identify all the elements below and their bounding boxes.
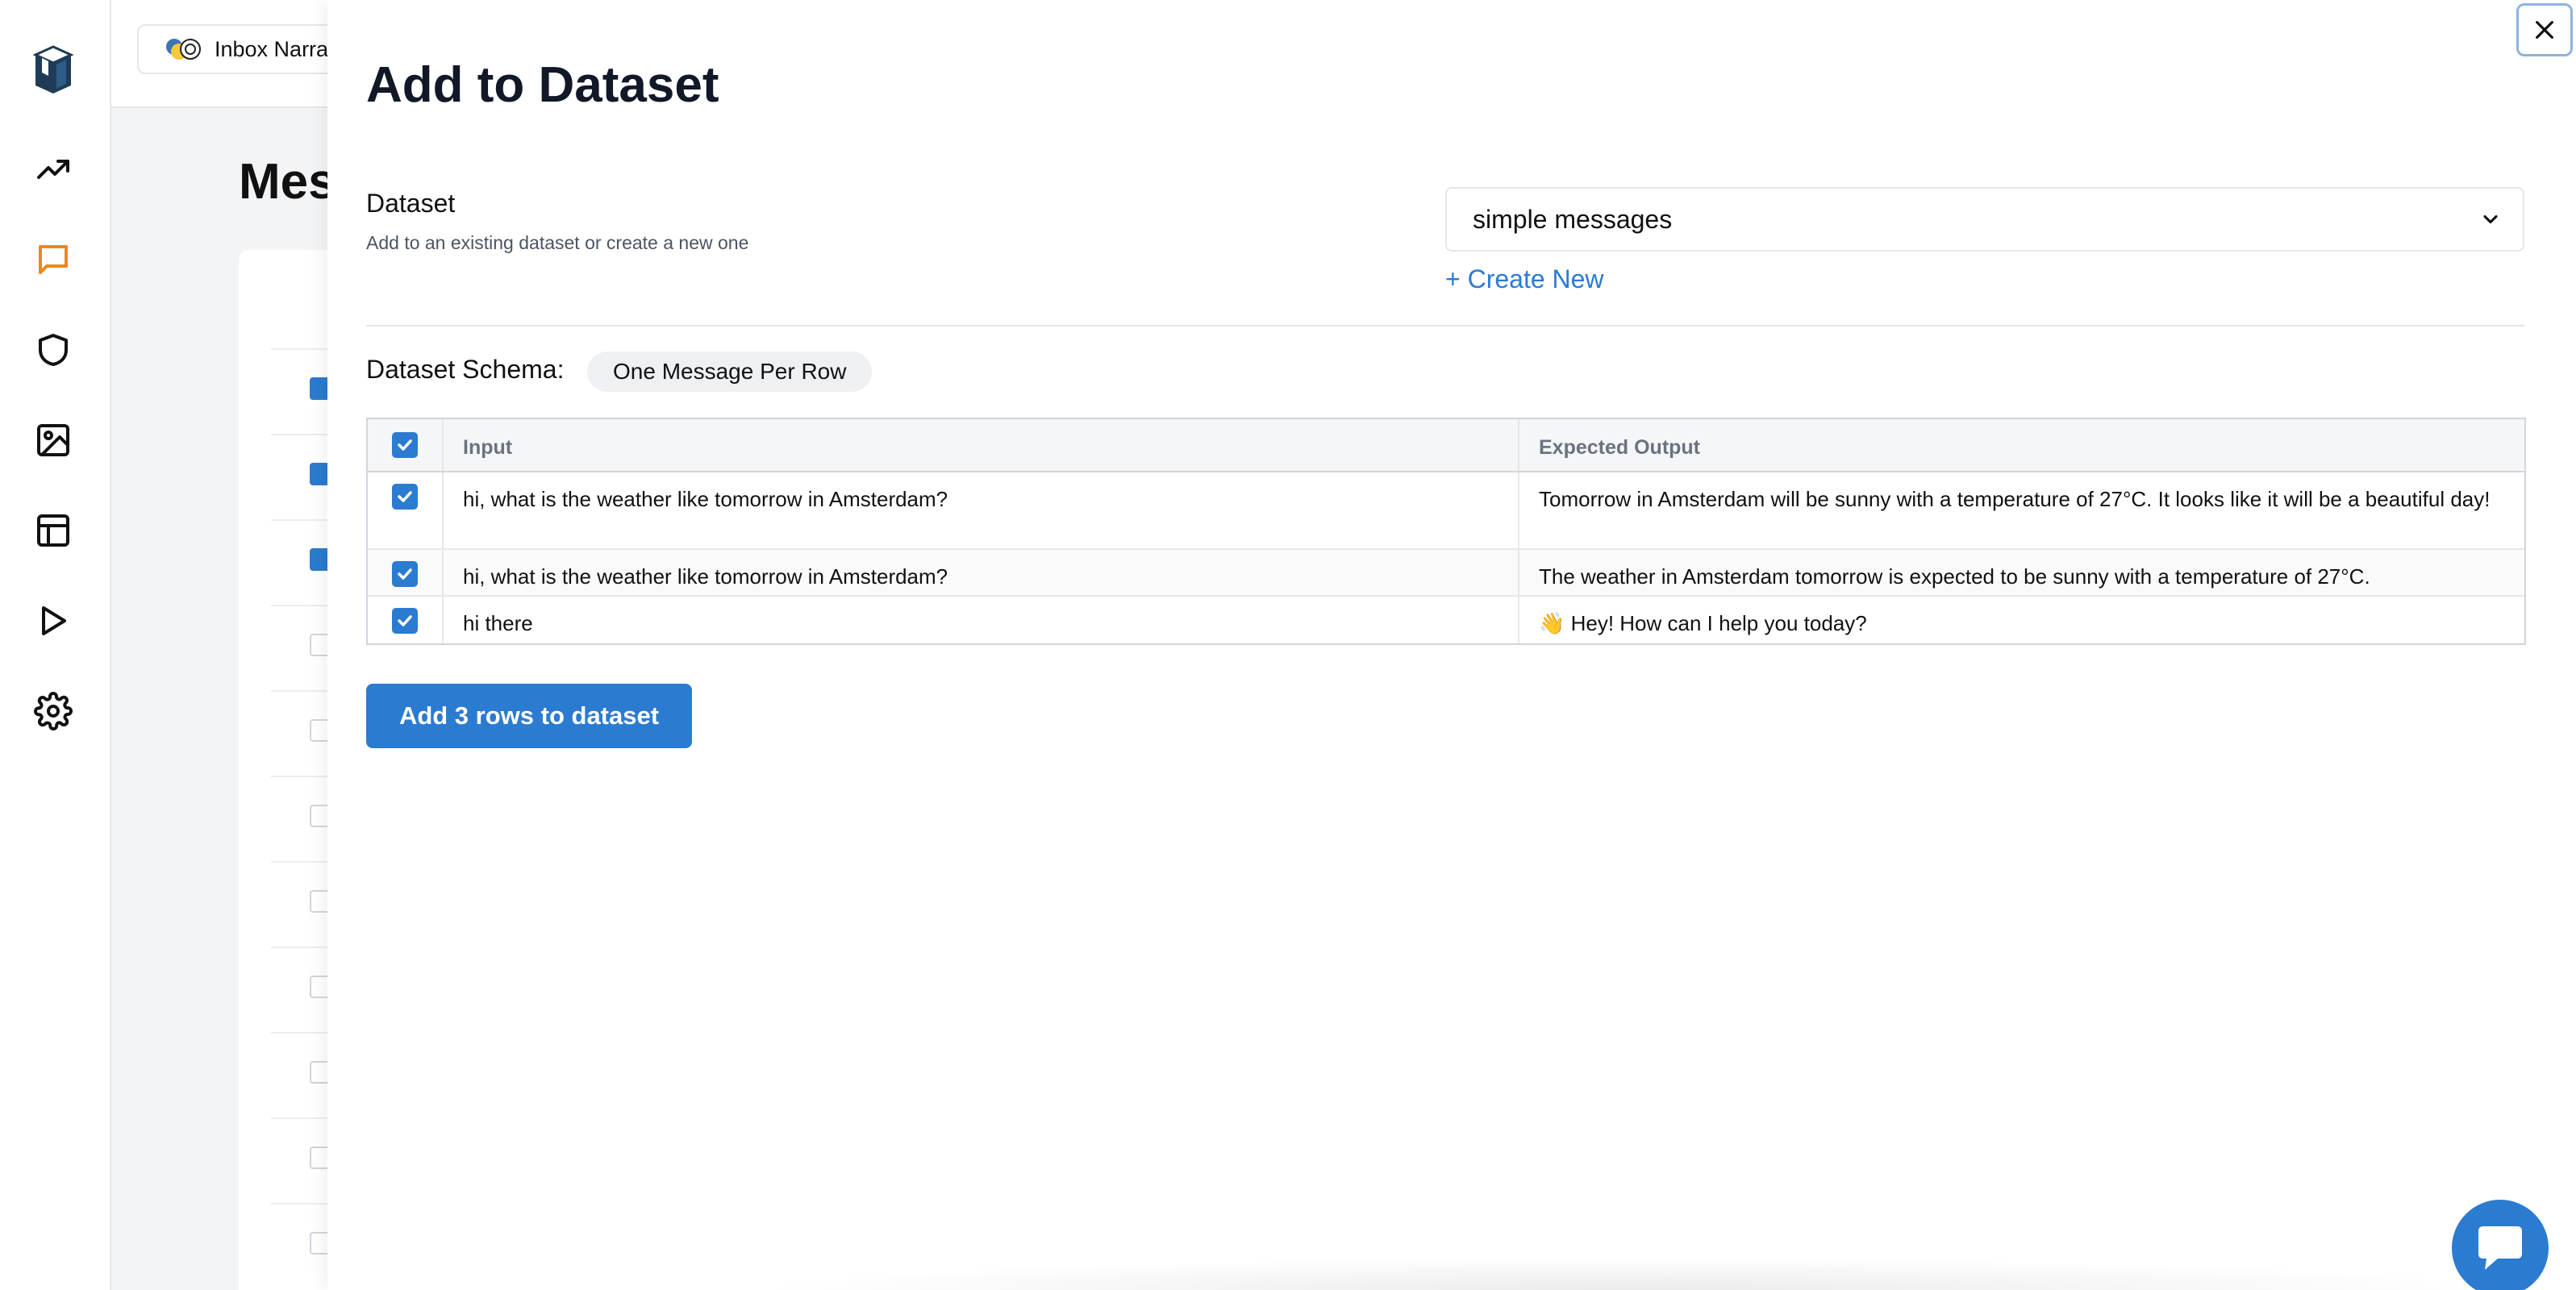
input-cell: hi, what is the weather like tomorrow in… (444, 550, 1519, 595)
check-icon (398, 491, 412, 502)
select-all-checkbox[interactable] (392, 432, 418, 458)
dataset-select-value: simple messages (1473, 204, 1673, 234)
row-checkbox[interactable] (392, 561, 418, 587)
schema-badge: One Message Per Row (587, 352, 873, 392)
table-header-row: Input Expected Output (368, 419, 2524, 472)
chat-bubble-icon (2478, 1226, 2522, 1270)
chat-support-button[interactable] (2452, 1200, 2549, 1290)
section-divider (366, 325, 2524, 327)
row-checkbox-cell (368, 597, 444, 643)
row-checkbox-cell (368, 550, 444, 595)
expected-output-cell: 👋 Hey! How can I help you today? (1539, 611, 1867, 635)
rows-table: Input Expected Output hi, what is the we… (366, 418, 2526, 645)
page-title: Mes (239, 154, 336, 210)
table-icon[interactable] (32, 510, 74, 551)
table-row: hi there 👋 Hey! How can I help you today… (368, 597, 2524, 643)
shield-icon[interactable] (32, 329, 74, 371)
trending-up-icon[interactable] (32, 148, 74, 190)
column-header-expected-output: Expected Output (1539, 436, 1701, 459)
dataset-help-text: Add to an existing dataset or create a n… (366, 232, 749, 253)
project-name: Inbox Narra (215, 36, 329, 61)
table-row: hi, what is the weather like tomorrow in… (368, 550, 2524, 597)
python-openai-icon (163, 35, 203, 63)
create-new-link[interactable]: + Create New (1445, 264, 1604, 294)
header-checkbox-cell (368, 419, 444, 471)
sidebar (0, 0, 111, 1290)
check-icon (398, 439, 412, 451)
schema-label: Dataset Schema: (366, 355, 565, 384)
settings-icon[interactable] (32, 690, 74, 732)
row-checkbox-cell (368, 472, 444, 548)
dataset-select[interactable]: simple messages (1445, 187, 2524, 252)
image-icon[interactable] (32, 419, 74, 461)
input-cell: hi, what is the weather like tomorrow in… (444, 472, 1519, 548)
message-icon[interactable] (32, 239, 74, 281)
column-header-input: Input (444, 419, 1519, 471)
input-cell: hi there (444, 597, 1519, 643)
add-to-dataset-panel: Add to Dataset Dataset Add to an existin… (327, 0, 2576, 1290)
close-button[interactable] (2516, 3, 2573, 56)
add-rows-button[interactable]: Add 3 rows to dataset (366, 684, 692, 748)
check-icon (398, 568, 412, 580)
row-checkbox[interactable] (392, 484, 418, 510)
bottom-shadow (747, 1258, 2521, 1290)
close-icon (2536, 21, 2553, 39)
app-logo[interactable] (27, 40, 79, 98)
expected-output-cell: Tomorrow in Amsterdam will be sunny with… (1539, 487, 2491, 511)
check-icon (398, 615, 412, 626)
project-selector[interactable]: Inbox Narra (137, 24, 350, 74)
play-icon[interactable] (32, 600, 74, 642)
table-row: hi, what is the weather like tomorrow in… (368, 472, 2524, 550)
panel-title: Add to Dataset (366, 57, 719, 113)
chevron-down-icon (2483, 214, 2498, 224)
row-checkbox[interactable] (392, 608, 418, 634)
dataset-label: Dataset (366, 189, 456, 218)
expected-output-cell: The weather in Amsterdam tomorrow is exp… (1539, 564, 2370, 589)
